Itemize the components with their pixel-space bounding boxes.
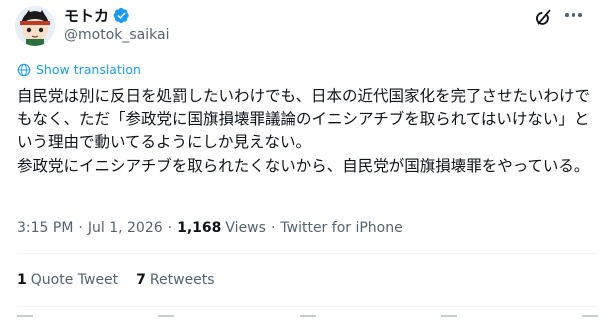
quote-tweets-stat[interactable]: 1 Quote Tweet	[17, 272, 118, 288]
avatar[interactable]	[15, 6, 55, 46]
more-icon[interactable]	[565, 13, 582, 17]
tweet-card: モトカ @motok_saikai Show translation 自民党は別…	[0, 0, 606, 323]
author-handle[interactable]: @motok_saikai	[64, 27, 169, 43]
more-dot	[578, 13, 582, 17]
like-icon[interactable]	[299, 315, 316, 323]
retweet-count: 7	[136, 272, 146, 288]
author-name-row[interactable]: モトカ	[64, 5, 130, 26]
share-icon[interactable]	[582, 315, 598, 323]
more-dot	[565, 13, 569, 17]
divider	[17, 306, 598, 307]
tweet-meta: 3:15 PM · Jul 1, 2026 · 1,168 Views · Tw…	[17, 220, 403, 236]
avatar-image	[15, 6, 55, 46]
retweet-label: Retweets	[149, 272, 215, 288]
meta-separator: ·	[270, 220, 276, 236]
views-count: 1,168	[177, 220, 222, 236]
tweet-client[interactable]: Twitter for iPhone	[280, 220, 402, 236]
show-translation-label: Show translation	[36, 62, 141, 77]
tweet-date[interactable]: Jul 1, 2026	[88, 220, 163, 236]
retweets-stat[interactable]: 7 Retweets	[136, 272, 214, 288]
action-bar	[17, 315, 598, 323]
more-dot	[571, 13, 575, 17]
tweet-stats: 1 Quote Tweet 7 Retweets	[17, 272, 215, 288]
bookmark-icon[interactable]	[440, 315, 457, 323]
tweet-text: 自民党は別に反日を処罰したいわけでも、日本の近代国家化を完了させたいわけでもなく…	[17, 87, 591, 175]
views-label: Views	[225, 220, 266, 236]
divider	[17, 253, 598, 254]
reply-icon[interactable]	[17, 315, 33, 323]
tweet-time[interactable]: 3:15 PM	[17, 220, 73, 236]
show-translation-link[interactable]: Show translation	[17, 62, 141, 77]
globe-icon	[17, 63, 31, 76]
meta-separator: ·	[167, 220, 173, 236]
display-name[interactable]: モトカ	[64, 5, 109, 26]
grok-icon[interactable]	[533, 7, 555, 29]
verified-badge-icon	[113, 7, 129, 24]
meta-separator: ·	[78, 220, 83, 236]
quote-count: 1	[17, 272, 27, 288]
quote-label: Quote Tweet	[30, 272, 119, 288]
retweet-icon[interactable]	[158, 315, 175, 323]
